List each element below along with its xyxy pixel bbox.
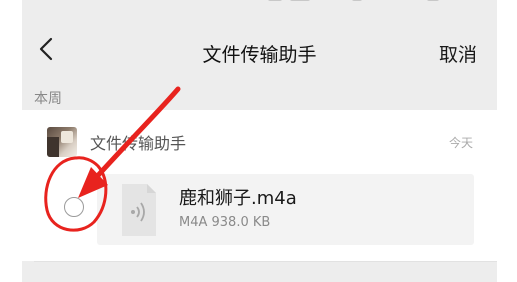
back-arrow-glyph bbox=[39, 37, 53, 61]
audio-file-icon bbox=[119, 182, 159, 238]
status-indicator bbox=[268, 0, 282, 1]
audio-file-glyph bbox=[122, 184, 156, 236]
sender-name: 文件传输助手 bbox=[90, 134, 187, 153]
cancel-button[interactable]: 取消 bbox=[439, 40, 477, 67]
status-bar bbox=[22, 0, 497, 8]
file-message-list: 文件传输助手 今天 鹿和狮子.m4a M4A 938.0 KB bbox=[22, 110, 497, 261]
sender-row: 文件传输助手 今天 bbox=[22, 110, 497, 160]
page-title: 文件传输助手 bbox=[202, 44, 317, 66]
chevron-left-icon[interactable] bbox=[36, 36, 58, 62]
navigation-bar: 文件传输助手 取消 bbox=[22, 8, 497, 90]
chat-file-picker-screen: 文件传输助手 取消 本周 文件传输助手 今天 鹿和狮子.m4a M4A 938.… bbox=[22, 0, 497, 282]
message-time: 今天 bbox=[448, 136, 473, 150]
status-indicator bbox=[352, 0, 362, 1]
status-indicator bbox=[290, 0, 310, 1]
avatar-shape bbox=[47, 137, 59, 157]
avatar-shape bbox=[61, 131, 73, 143]
file-item[interactable]: 鹿和狮子.m4a M4A 938.0 KB bbox=[97, 174, 474, 245]
list-divider bbox=[34, 261, 497, 262]
file-name: 鹿和狮子.m4a bbox=[179, 188, 297, 209]
select-radio[interactable] bbox=[64, 197, 84, 217]
avatar bbox=[47, 127, 77, 157]
file-meta: M4A 938.0 KB bbox=[179, 215, 271, 230]
section-header-this-week: 本周 bbox=[34, 91, 62, 107]
status-indicator bbox=[427, 0, 439, 1]
